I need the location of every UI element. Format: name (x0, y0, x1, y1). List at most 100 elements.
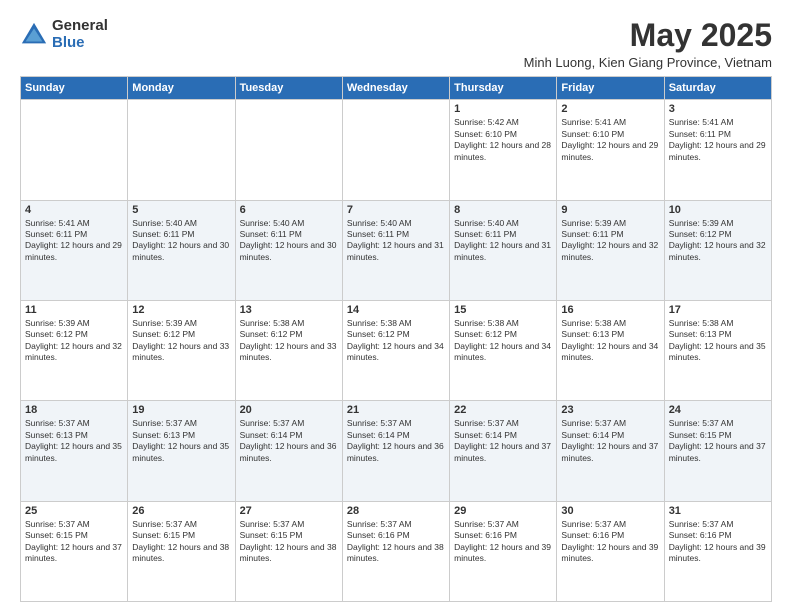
header-day-sunday: Sunday (21, 77, 128, 100)
day-info: Sunrise: 5:37 AM Sunset: 6:14 PM Dayligh… (240, 418, 338, 464)
header: General Blue May 2025 Minh Luong, Kien G… (20, 18, 772, 70)
header-day-monday: Monday (128, 77, 235, 100)
day-info: Sunrise: 5:37 AM Sunset: 6:16 PM Dayligh… (561, 519, 659, 565)
day-cell: 10Sunrise: 5:39 AM Sunset: 6:12 PM Dayli… (664, 200, 771, 300)
day-number: 5 (132, 204, 230, 216)
day-info: Sunrise: 5:37 AM Sunset: 6:15 PM Dayligh… (132, 519, 230, 565)
day-cell: 8 Sunrise: 5:40 AM Sunset: 6:11 PM Daylig… (450, 200, 557, 300)
day-number: 29 (454, 505, 552, 517)
day-number: 4 (25, 204, 123, 216)
day-cell: 25 Sunrise: 5:37 AM Sunset: 6:15 PM Dayli… (21, 501, 128, 601)
day-info: Sunrise: 5:41 AM Sunset: 6:11 PM Dayligh… (25, 218, 123, 264)
day-cell: 21Sunrise: 5:37 AM Sunset: 6:14 PM Dayli… (342, 401, 449, 501)
day-number: 25 (25, 505, 123, 517)
day-number: 23 (561, 404, 659, 416)
day-cell: 23 Sunrise: 5:37 AM Sunset: 6:14 PM Dayli… (557, 401, 664, 501)
day-info: Sunrise: 5:37 AM Sunset: 6:15 PM Dayligh… (669, 418, 767, 464)
day-info: Sunrise: 5:40 AM Sunset: 6:11 PM Dayligh… (240, 218, 338, 264)
header-row: SundayMondayTuesdayWednesdayThursdayFrid… (21, 77, 772, 100)
day-number: 2 (561, 103, 659, 115)
logo-icon (20, 21, 48, 49)
day-info: Sunrise: 5:40 AM Sunset: 6:11 PM Dayligh… (347, 218, 445, 264)
day-cell: 28 Sunrise: 5:37 AM Sunset: 6:16 PM Dayli… (342, 501, 449, 601)
calendar-body: 1 Sunrise: 5:42 AM Sunset: 6:10 PM Daylig… (21, 100, 772, 602)
day-number: 19 (132, 404, 230, 416)
day-info: Sunrise: 5:39 AM Sunset: 6:12 PM Dayligh… (25, 318, 123, 364)
day-number: 15 (454, 304, 552, 316)
day-info: Sunrise: 5:38 AM Sunset: 6:13 PM Dayligh… (561, 318, 659, 364)
header-day-saturday: Saturday (664, 77, 771, 100)
day-cell: 11 Sunrise: 5:39 AM Sunset: 6:12 PM Dayli… (21, 300, 128, 400)
day-cell: 7 Sunrise: 5:40 AM Sunset: 6:11 PM Daylig… (342, 200, 449, 300)
day-cell: 20Sunrise: 5:37 AM Sunset: 6:14 PM Dayli… (235, 401, 342, 501)
day-cell: 6 Sunrise: 5:40 AM Sunset: 6:11 PM Daylig… (235, 200, 342, 300)
day-info: Sunrise: 5:37 AM Sunset: 6:14 PM Dayligh… (454, 418, 552, 464)
day-cell: 26Sunrise: 5:37 AM Sunset: 6:15 PM Dayli… (128, 501, 235, 601)
week-row-4: 18Sunrise: 5:37 AM Sunset: 6:13 PM Dayli… (21, 401, 772, 501)
day-info: Sunrise: 5:40 AM Sunset: 6:11 PM Dayligh… (454, 218, 552, 264)
day-cell: 5 Sunrise: 5:40 AM Sunset: 6:11 PM Daylig… (128, 200, 235, 300)
day-info: Sunrise: 5:37 AM Sunset: 6:15 PM Dayligh… (240, 519, 338, 565)
day-number: 8 (454, 204, 552, 216)
week-row-1: 1 Sunrise: 5:42 AM Sunset: 6:10 PM Daylig… (21, 100, 772, 200)
calendar-header: SundayMondayTuesdayWednesdayThursdayFrid… (21, 77, 772, 100)
day-number: 30 (561, 505, 659, 517)
day-info: Sunrise: 5:41 AM Sunset: 6:11 PM Dayligh… (669, 117, 767, 163)
day-cell: 24 Sunrise: 5:37 AM Sunset: 6:15 PM Dayli… (664, 401, 771, 501)
day-info: Sunrise: 5:38 AM Sunset: 6:13 PM Dayligh… (669, 318, 767, 364)
day-cell (235, 100, 342, 200)
logo: General Blue (20, 18, 108, 51)
day-number: 9 (561, 204, 659, 216)
day-number: 3 (669, 103, 767, 115)
logo-text: General Blue (52, 18, 108, 51)
location: Minh Luong, Kien Giang Province, Vietnam (524, 55, 772, 70)
day-cell: 27 Sunrise: 5:37 AM Sunset: 6:15 PM Dayli… (235, 501, 342, 601)
day-cell: 2 Sunrise: 5:41 AM Sunset: 6:10 PM Daylig… (557, 100, 664, 200)
day-info: Sunrise: 5:37 AM Sunset: 6:16 PM Dayligh… (347, 519, 445, 565)
day-info: Sunrise: 5:38 AM Sunset: 6:12 PM Dayligh… (347, 318, 445, 364)
day-cell: 31Sunrise: 5:37 AM Sunset: 6:16 PM Dayli… (664, 501, 771, 601)
week-row-5: 25 Sunrise: 5:37 AM Sunset: 6:15 PM Dayli… (21, 501, 772, 601)
day-cell: 14Sunrise: 5:38 AM Sunset: 6:12 PM Dayli… (342, 300, 449, 400)
day-number: 16 (561, 304, 659, 316)
day-number: 7 (347, 204, 445, 216)
day-info: Sunrise: 5:40 AM Sunset: 6:11 PM Dayligh… (132, 218, 230, 264)
day-number: 11 (25, 304, 123, 316)
day-cell: 13Sunrise: 5:38 AM Sunset: 6:12 PM Dayli… (235, 300, 342, 400)
title-block: May 2025 Minh Luong, Kien Giang Province… (524, 18, 772, 70)
day-cell: 17Sunrise: 5:38 AM Sunset: 6:13 PM Dayli… (664, 300, 771, 400)
day-info: Sunrise: 5:37 AM Sunset: 6:16 PM Dayligh… (454, 519, 552, 565)
day-info: Sunrise: 5:37 AM Sunset: 6:16 PM Dayligh… (669, 519, 767, 565)
day-number: 27 (240, 505, 338, 517)
day-cell: 12 Sunrise: 5:39 AM Sunset: 6:12 PM Dayli… (128, 300, 235, 400)
day-cell: 29 Sunrise: 5:37 AM Sunset: 6:16 PM Dayli… (450, 501, 557, 601)
day-number: 6 (240, 204, 338, 216)
day-cell: 22 Sunrise: 5:37 AM Sunset: 6:14 PM Dayli… (450, 401, 557, 501)
header-day-thursday: Thursday (450, 77, 557, 100)
day-cell (128, 100, 235, 200)
day-cell: 30 Sunrise: 5:37 AM Sunset: 6:16 PM Dayli… (557, 501, 664, 601)
day-cell: 3 Sunrise: 5:41 AM Sunset: 6:11 PM Daylig… (664, 100, 771, 200)
day-cell: 18Sunrise: 5:37 AM Sunset: 6:13 PM Dayli… (21, 401, 128, 501)
day-info: Sunrise: 5:41 AM Sunset: 6:10 PM Dayligh… (561, 117, 659, 163)
day-number: 13 (240, 304, 338, 316)
day-number: 1 (454, 103, 552, 115)
day-number: 18 (25, 404, 123, 416)
day-info: Sunrise: 5:42 AM Sunset: 6:10 PM Dayligh… (454, 117, 552, 163)
day-info: Sunrise: 5:39 AM Sunset: 6:12 PM Dayligh… (132, 318, 230, 364)
day-info: Sunrise: 5:38 AM Sunset: 6:12 PM Dayligh… (454, 318, 552, 364)
logo-blue: Blue (52, 35, 108, 52)
day-number: 12 (132, 304, 230, 316)
day-cell (342, 100, 449, 200)
day-info: Sunrise: 5:37 AM Sunset: 6:15 PM Dayligh… (25, 519, 123, 565)
day-number: 22 (454, 404, 552, 416)
header-day-friday: Friday (557, 77, 664, 100)
day-info: Sunrise: 5:37 AM Sunset: 6:14 PM Dayligh… (561, 418, 659, 464)
day-number: 10 (669, 204, 767, 216)
day-cell: 9Sunrise: 5:39 AM Sunset: 6:11 PM Daylig… (557, 200, 664, 300)
day-number: 28 (347, 505, 445, 517)
day-number: 24 (669, 404, 767, 416)
day-cell: 19Sunrise: 5:37 AM Sunset: 6:13 PM Dayli… (128, 401, 235, 501)
week-row-2: 4 Sunrise: 5:41 AM Sunset: 6:11 PM Daylig… (21, 200, 772, 300)
day-cell: 4 Sunrise: 5:41 AM Sunset: 6:11 PM Daylig… (21, 200, 128, 300)
